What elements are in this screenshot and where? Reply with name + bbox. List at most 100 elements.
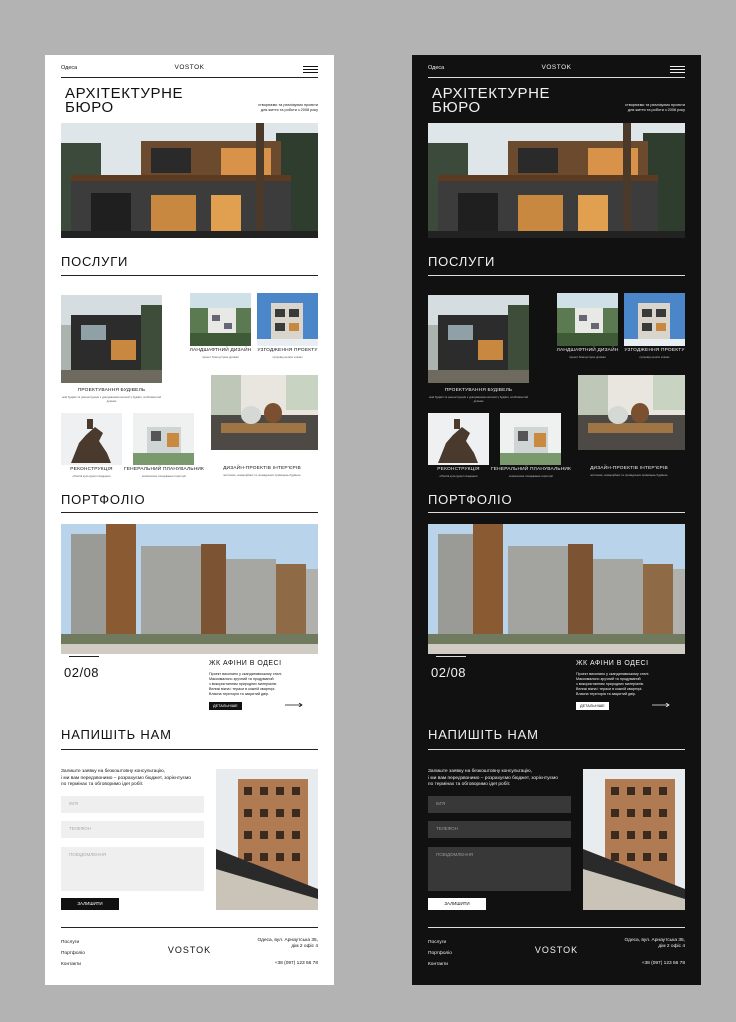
service-desc-planning: комплексне планування території: [509, 474, 553, 478]
service-image-landscape[interactable]: [557, 293, 618, 346]
service-image-planning[interactable]: [500, 413, 561, 465]
service-label-approval[interactable]: УЗГОДЖЕННЯ ПРОЕКТУ: [618, 348, 691, 353]
next-arrow-icon[interactable]: [285, 703, 303, 707]
service-label-landscape[interactable]: ЛАНДШАФТНИЙ ДИЗАЙН: [550, 348, 625, 353]
service-label-buildings[interactable]: ПРОЕКТУВАННЯ БУДІВЕЛЬ: [428, 388, 529, 393]
portfolio-counter: 02/08: [64, 665, 100, 680]
project-title: ЖК АФІНИ В ОДЕСІ: [576, 660, 649, 667]
portfolio-counter: 02/08: [431, 665, 467, 680]
footer-link-portfolio[interactable]: Портфоліо: [428, 948, 452, 959]
footer-link-contacts[interactable]: Контакти: [428, 959, 452, 970]
service-label-planning[interactable]: ГЕНЕРАЛЬНИЙ ПЛАНУВАЛЬНИК: [123, 467, 205, 472]
service-image-approval[interactable]: [624, 293, 685, 346]
service-desc-approval: супровід на всіх етапах: [639, 355, 670, 359]
service-image-approval[interactable]: [257, 293, 318, 346]
message-field[interactable]: ПОВІДОМЛЕННЯ: [61, 847, 204, 891]
contact-divider: [428, 749, 685, 750]
service-label-planning[interactable]: ГЕНЕРАЛЬНИЙ ПЛАНУВАЛЬНИК: [490, 467, 572, 472]
service-desc-interior: житлових, комерційних та громадських при…: [590, 473, 668, 477]
hero-note: створюємо та реалізуємо проекти для житт…: [625, 103, 685, 112]
service-label-approval[interactable]: УЗГОДЖЕННЯ ПРОЕКТУ: [251, 348, 324, 353]
footer-divider: [428, 927, 685, 928]
footer-nav: Послуги Портфоліо Контакти: [61, 937, 85, 970]
service-label-landscape[interactable]: ЛАНДШАФТНИЙ ДИЗАЙН: [183, 348, 258, 353]
footer-link-services[interactable]: Послуги: [61, 937, 85, 948]
service-label-buildings[interactable]: ПРОЕКТУВАННЯ БУДІВЕЛЬ: [61, 388, 162, 393]
services-divider: [61, 275, 318, 276]
service-desc-reconstruction: об'єктів культурної спадщини: [72, 474, 111, 478]
hero-title: АРХІТЕКТУРНЕ БЮРО: [432, 85, 551, 116]
dark-theme-page: Одеса VOSTOK АРХІТЕКТУРНЕ БЮРО створюємо…: [412, 55, 701, 985]
footer-link-contacts[interactable]: Контакти: [61, 959, 85, 970]
portfolio-title: ПОРТФОЛІО: [428, 492, 513, 507]
name-field[interactable]: ІМ'Я: [428, 796, 571, 813]
service-label-interior[interactable]: ДИЗАЙН-ПРОЕКТІВ ІНТЕР'ЄРІВ: [206, 466, 318, 471]
submit-button[interactable]: ЗАЛИШИТИ: [428, 898, 486, 910]
service-image-reconstruction[interactable]: [428, 413, 489, 465]
city-label: Одеса: [428, 65, 445, 71]
phone-field[interactable]: ТЕЛЕФОН: [61, 821, 204, 838]
next-arrow-icon[interactable]: [652, 703, 670, 707]
services-title: ПОСЛУГИ: [428, 254, 496, 269]
footer-link-portfolio[interactable]: Портфоліо: [61, 948, 85, 959]
message-field[interactable]: ПОВІДОМЛЕННЯ: [428, 847, 571, 891]
top-header: Одеса VOSTOK: [61, 63, 318, 77]
service-desc-approval: супровід на всіх етапах: [272, 355, 303, 359]
footer-address: Одеса, вул. Арнаутська 35, дім 2 офіс 4: [624, 938, 685, 949]
portfolio-image[interactable]: [61, 524, 318, 654]
service-desc-landscape: проект благоустрою ділянки: [202, 355, 239, 359]
portfolio-image[interactable]: [428, 524, 685, 654]
hero-title: АРХІТЕКТУРНЕ БЮРО: [65, 85, 184, 116]
header-divider: [61, 77, 318, 78]
city-label: Одеса: [61, 65, 78, 71]
contact-image: [216, 769, 318, 910]
portfolio-divider: [61, 512, 318, 513]
service-desc-reconstruction: об'єктів культурної спадщини: [439, 474, 478, 478]
service-image-landscape[interactable]: [190, 293, 251, 346]
details-button[interactable]: ДЕТАЛЬНІШЕ: [209, 702, 242, 710]
service-desc-buildings: нові будівлі та реконструкція з урахуван…: [61, 395, 162, 403]
project-description: Проект виконано у скандинавському стилі.…: [209, 672, 283, 696]
service-image-buildings[interactable]: [428, 295, 529, 383]
footer-phone[interactable]: +38 (097) 123 56 78: [642, 961, 685, 966]
service-desc-planning: комплексне планування території: [142, 474, 186, 478]
service-image-reconstruction[interactable]: [61, 413, 122, 465]
header-divider: [428, 77, 685, 78]
contact-intro: Залиште заявку на безкоштовну консультац…: [428, 769, 558, 787]
footer-divider: [61, 927, 318, 928]
counter-tick: [69, 656, 99, 657]
service-desc-landscape: проект благоустрою ділянки: [569, 355, 606, 359]
name-field[interactable]: ІМ'Я: [61, 796, 204, 813]
menu-icon[interactable]: [670, 66, 685, 73]
project-description: Проект виконано у скандинавському стилі.…: [576, 672, 650, 696]
contact-title: НАПИШІТЬ НАМ: [61, 727, 172, 742]
service-image-planning[interactable]: [133, 413, 194, 465]
site-logo[interactable]: VOSTOK: [175, 64, 205, 71]
footer-logo[interactable]: VOSTOK: [168, 945, 211, 955]
service-image-interior[interactable]: [211, 375, 318, 450]
service-label-reconstruction[interactable]: РЕКОНСТРУКЦІЯ: [428, 467, 489, 472]
service-image-interior[interactable]: [578, 375, 685, 450]
footer-nav: Послуги Портфоліо Контакти: [428, 937, 452, 970]
footer-phone[interactable]: +38 (097) 123 56 78: [275, 961, 318, 966]
service-label-interior[interactable]: ДИЗАЙН-ПРОЕКТІВ ІНТЕР'ЄРІВ: [573, 466, 685, 471]
portfolio-title: ПОРТФОЛІО: [61, 492, 146, 507]
site-logo[interactable]: VOSTOK: [542, 64, 572, 71]
details-button[interactable]: ДЕТАЛЬНІШЕ: [576, 702, 609, 710]
submit-button[interactable]: ЗАЛИШИТИ: [61, 898, 119, 910]
service-desc-buildings: нові будівлі та реконструкція з урахуван…: [428, 395, 529, 403]
hero-note: створюємо та реалізуємо проекти для житт…: [258, 103, 318, 112]
service-image-buildings[interactable]: [61, 295, 162, 383]
contact-intro: Залиште заявку на безкоштовну консультац…: [61, 769, 191, 787]
menu-icon[interactable]: [303, 66, 318, 73]
top-header: Одеса VOSTOK: [428, 63, 685, 77]
service-label-reconstruction[interactable]: РЕКОНСТРУКЦІЯ: [61, 467, 122, 472]
footer-logo[interactable]: VOSTOK: [535, 945, 578, 955]
footer-link-services[interactable]: Послуги: [428, 937, 452, 948]
phone-field[interactable]: ТЕЛЕФОН: [428, 821, 571, 838]
portfolio-divider: [428, 512, 685, 513]
project-title: ЖК АФІНИ В ОДЕСІ: [209, 660, 282, 667]
light-theme-page: Одеса VOSTOK АРХІТЕКТУРНЕ БЮРО створюємо…: [45, 55, 334, 985]
contact-image: [583, 769, 685, 910]
hero-image: [61, 123, 318, 238]
